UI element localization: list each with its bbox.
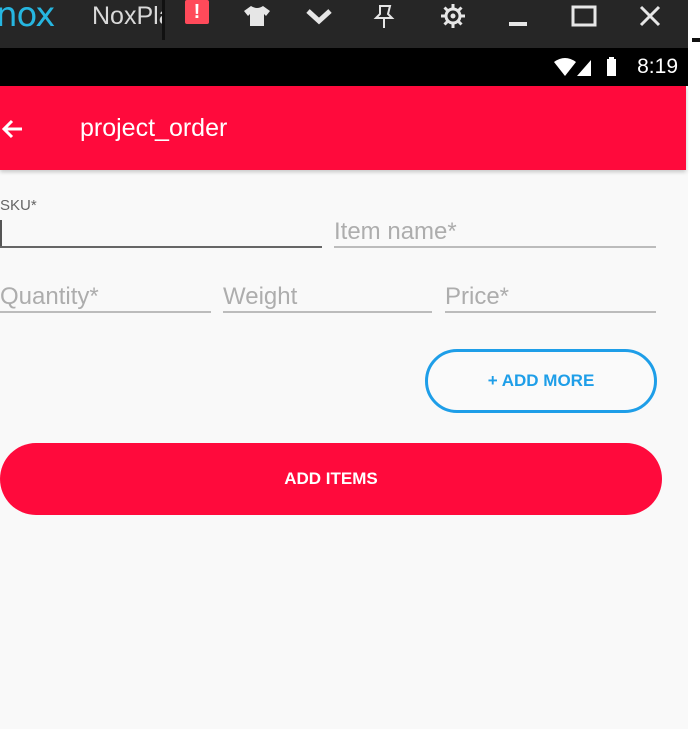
app-toolbar: project_order	[0, 86, 686, 170]
status-icons	[553, 56, 623, 83]
battery-icon	[607, 57, 616, 76]
minimize-icon[interactable]	[503, 0, 533, 32]
gear-icon[interactable]	[436, 0, 470, 32]
chevron-down-icon[interactable]	[302, 0, 336, 32]
pin-icon[interactable]	[367, 0, 401, 32]
status-bar: 8:19	[0, 48, 688, 86]
title-separator	[162, 0, 165, 40]
add-more-button[interactable]: + ADD MORE	[425, 349, 657, 413]
nox-logo: nox	[0, 0, 55, 35]
status-time: 8:19	[637, 55, 678, 78]
back-arrow-icon[interactable]	[0, 114, 30, 144]
sku-field[interactable]	[0, 216, 322, 248]
signal-icon	[577, 60, 591, 76]
quantity-placeholder: Quantity*	[0, 283, 99, 310]
maximize-icon[interactable]	[568, 0, 600, 32]
price-placeholder: Price*	[445, 283, 510, 310]
item-name-input[interactable]: Item name*	[334, 216, 656, 248]
weight-input[interactable]: Weight	[223, 281, 432, 313]
window-edge	[688, 0, 700, 729]
page-title: project_order	[80, 114, 228, 142]
price-input[interactable]: Price*	[445, 281, 656, 313]
close-icon[interactable]	[635, 0, 665, 32]
emulator-title-bar: nox NoxPlayer !	[0, 0, 700, 48]
weight-underline	[223, 311, 432, 313]
alert-icon[interactable]: !	[185, 0, 209, 24]
sku-label: SKU*	[0, 197, 37, 214]
item-name-underline	[334, 246, 656, 248]
price-underline	[445, 311, 656, 313]
quantity-underline	[0, 311, 211, 313]
quantity-input[interactable]: Quantity*	[0, 281, 211, 313]
item-name-placeholder: Item name*	[334, 218, 457, 245]
weight-placeholder: Weight	[223, 283, 298, 310]
add-items-button[interactable]: ADD ITEMS	[0, 443, 662, 515]
wifi-icon	[554, 58, 576, 76]
text-cursor	[0, 220, 2, 246]
shirt-icon[interactable]	[240, 0, 274, 32]
sku-underline	[0, 246, 322, 248]
sku-input[interactable]	[0, 216, 322, 248]
emulator-title: NoxPlayer	[92, 2, 162, 30]
